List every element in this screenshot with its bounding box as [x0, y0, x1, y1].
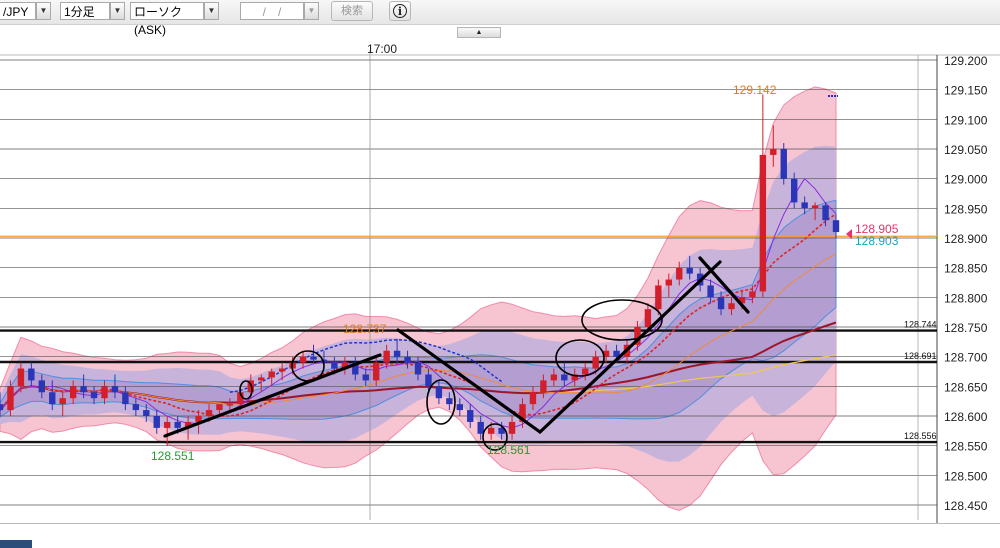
- price-tick-label: 128.750: [944, 321, 988, 335]
- candle-body: [7, 386, 14, 411]
- price-tick-label: 128.500: [944, 469, 988, 483]
- candle-body: [362, 374, 369, 381]
- candle-body: [69, 386, 77, 399]
- candle-body: [59, 398, 66, 405]
- candle-body: [205, 410, 213, 416]
- price-tick-label: 128.550: [944, 440, 988, 454]
- candle-body: [832, 220, 840, 233]
- price-tick-label: 129.100: [944, 113, 988, 127]
- ask-price-label: 128.903: [855, 234, 899, 248]
- candle-body: [717, 297, 725, 310]
- high-price-label: 129.142: [733, 83, 777, 97]
- candle-body: [791, 178, 798, 203]
- candle-body: [373, 362, 380, 381]
- candle-body: [174, 421, 181, 428]
- price-tick-label: 128.950: [944, 202, 988, 216]
- candle-body: [582, 368, 589, 375]
- candle-body: [467, 410, 474, 422]
- candle-body: [226, 404, 234, 406]
- candle-body: [258, 377, 265, 381]
- candle-body: [17, 368, 25, 387]
- low-price-label: 128.551: [151, 449, 195, 463]
- mid-high-price-label: 128.737: [343, 322, 387, 336]
- low-price-label: 128.561: [487, 443, 531, 457]
- price-tick-label: 128.900: [944, 232, 988, 246]
- candle-body: [676, 267, 683, 280]
- candle-body: [153, 416, 160, 428]
- sub-panel-tab[interactable]: [0, 540, 32, 548]
- candle-body: [132, 404, 140, 411]
- candle-body: [592, 356, 599, 369]
- line-price-label: 128.691: [904, 351, 937, 361]
- candle-body: [49, 392, 56, 405]
- bid-marker-icon: [846, 229, 852, 239]
- candle-body: [550, 374, 558, 381]
- candle-body: [268, 371, 275, 378]
- line-price-label: 128.744: [904, 320, 937, 330]
- candle-body: [80, 386, 87, 393]
- candle-body: [655, 285, 662, 310]
- candle-body: [529, 392, 537, 405]
- line-price-label: 128.556: [904, 431, 937, 441]
- candle-body: [749, 291, 756, 298]
- price-tick-label: 128.600: [944, 410, 988, 424]
- candle-body: [811, 205, 819, 209]
- candle-body: [28, 368, 35, 381]
- candle-body: [425, 374, 432, 387]
- candle-body: [780, 149, 787, 179]
- candle-body: [487, 427, 495, 434]
- price-tick-label: 128.850: [944, 262, 988, 276]
- candle-body: [111, 386, 119, 393]
- candle-body: [383, 350, 390, 363]
- candle-body: [310, 356, 317, 360]
- candle-body: [456, 404, 463, 411]
- candle-body: [216, 404, 223, 411]
- price-tick-label: 129.050: [944, 143, 988, 157]
- candle-body: [38, 380, 45, 393]
- candle-body: [644, 309, 652, 327]
- candle-body: [770, 149, 777, 155]
- candle-body: [822, 205, 829, 221]
- candle-body: [0, 404, 4, 411]
- collapse-toolbar-handle[interactable]: ▲: [457, 27, 501, 38]
- price-tick-label: 129.000: [944, 173, 988, 187]
- candle-body: [728, 303, 735, 310]
- candle-body: [759, 154, 767, 292]
- price-tick-label: 129.150: [944, 84, 988, 98]
- price-tick-label: 129.200: [944, 54, 988, 68]
- candle-body: [101, 386, 108, 399]
- candle-body: [707, 285, 714, 298]
- sub-chart-panel: [0, 523, 1000, 548]
- price-chart: 129.200 129.150 129.100 129.050 129.000 128.9…: [0, 42, 1000, 543]
- price-tick-label: 128.450: [944, 499, 988, 513]
- candle-body: [561, 374, 568, 381]
- candle-body: [143, 410, 150, 416]
- candle-body: [90, 392, 98, 399]
- candle-body: [435, 386, 443, 399]
- candle-body: [299, 356, 307, 363]
- candle-body: [393, 350, 401, 357]
- candle-body: [164, 421, 171, 428]
- candle-body: [404, 356, 411, 363]
- price-tick-label: 128.650: [944, 380, 988, 394]
- candle-body: [801, 202, 808, 209]
- candle-body: [540, 380, 547, 393]
- candle-body: [665, 279, 672, 286]
- price-tick-label: 128.800: [944, 291, 988, 305]
- time-label: 17:00: [367, 42, 397, 56]
- candle-body: [331, 362, 338, 369]
- candle-body: [446, 398, 453, 405]
- candle-body: [686, 267, 693, 274]
- candle-body: [477, 421, 484, 434]
- candle-body: [278, 368, 286, 372]
- price-tick-label: 128.700: [944, 351, 988, 365]
- candle-body: [122, 392, 129, 405]
- candle-body: [414, 362, 422, 375]
- candle-body: [508, 421, 516, 434]
